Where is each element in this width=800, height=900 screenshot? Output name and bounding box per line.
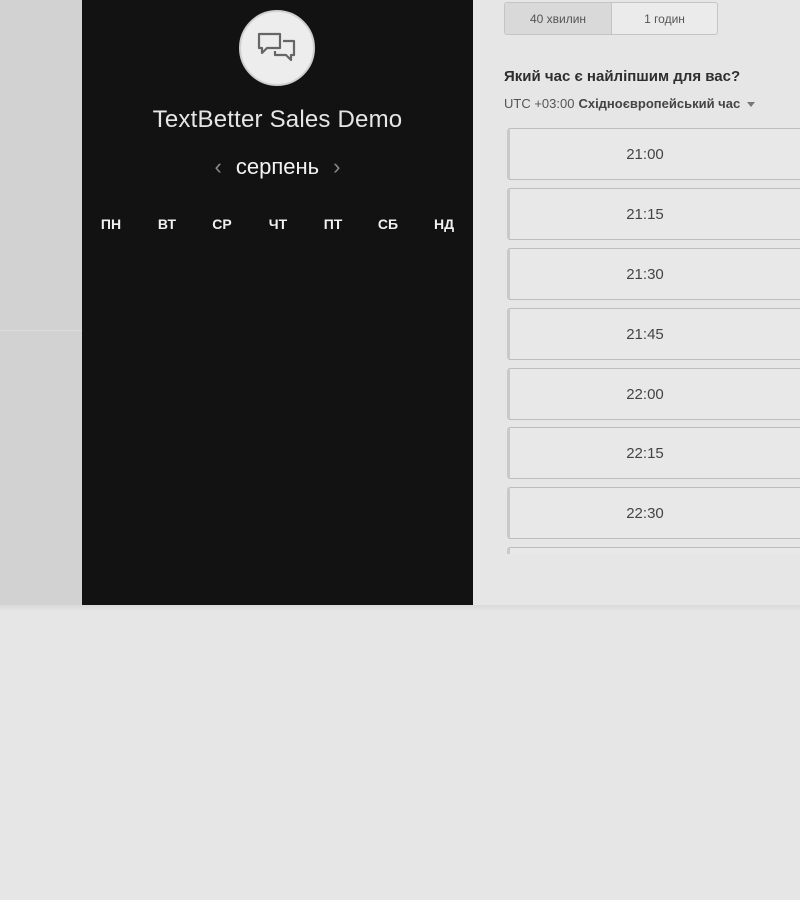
duration-option-40min[interactable]: 40 хвилин	[505, 3, 612, 34]
time-slot-button[interactable]: 21:30	[507, 248, 800, 300]
weekday-label: СБ	[377, 216, 399, 232]
time-slot-label: 22:30	[626, 504, 664, 522]
weekday-label: ВТ	[157, 216, 177, 232]
event-avatar	[239, 10, 315, 86]
duration-option-1hour[interactable]: 1 годин	[612, 3, 717, 34]
chevron-right-icon[interactable]: ›	[333, 156, 340, 178]
time-slot-label: 21:30	[626, 265, 664, 283]
weekday-label: НД	[433, 216, 455, 232]
weekday-label: ПН	[100, 216, 122, 232]
event-info-panel: TextBetter Sales Demo ‹ серпень › ПН ВТ …	[82, 0, 473, 605]
duration-toggle: 40 хвилин 1 годин	[504, 2, 718, 35]
month-label: серпень	[235, 154, 320, 179]
weekday-label: ЧТ	[268, 216, 288, 232]
timezone-name: Східноєвропейський час	[578, 96, 741, 111]
time-slot-label: 22:00	[626, 385, 664, 403]
time-slot-list: 21:00 21:15 21:30 21:45 22:00 22:15 22:3…	[507, 128, 800, 554]
time-slot-button[interactable]: 21:45	[507, 308, 800, 360]
time-slot-button[interactable]: 22:30	[507, 487, 800, 539]
time-slot-button[interactable]: 21:00	[507, 128, 800, 180]
caret-down-icon	[747, 102, 756, 107]
timezone-offset: UTC +03:00	[504, 96, 575, 111]
chat-bubbles-icon	[257, 32, 296, 62]
time-slot-label: 21:45	[626, 325, 664, 343]
time-slot-button[interactable]: 21:15	[507, 188, 800, 240]
event-title: TextBetter Sales Demo	[152, 106, 403, 133]
time-slot-button[interactable]: 22:00	[507, 368, 800, 420]
background-divider	[0, 330, 82, 331]
weekday-label: ПТ	[323, 216, 343, 232]
widget-shadow	[0, 605, 800, 611]
time-slot-button[interactable]: 22:15	[507, 427, 800, 479]
timezone-selector[interactable]: UTC +03:00 Східноєвропейський час	[504, 96, 756, 111]
month-navigation: ‹ серпень ›	[82, 152, 473, 182]
time-slot-label: 22:15	[626, 444, 664, 462]
time-slot-button[interactable]	[507, 547, 800, 554]
weekday-label: СР	[212, 216, 232, 232]
chevron-left-icon[interactable]: ‹	[215, 156, 222, 178]
weekday-header: ПН ВТ СР ЧТ ПТ СБ НД	[82, 214, 473, 234]
time-slot-label: 21:15	[626, 205, 664, 223]
time-selection-panel: 40 хвилин 1 годин Який час є найліпшим д…	[473, 0, 800, 605]
time-slot-label: 21:00	[626, 145, 664, 163]
time-question-heading: Який час є найліпшим для вас?	[504, 68, 741, 85]
